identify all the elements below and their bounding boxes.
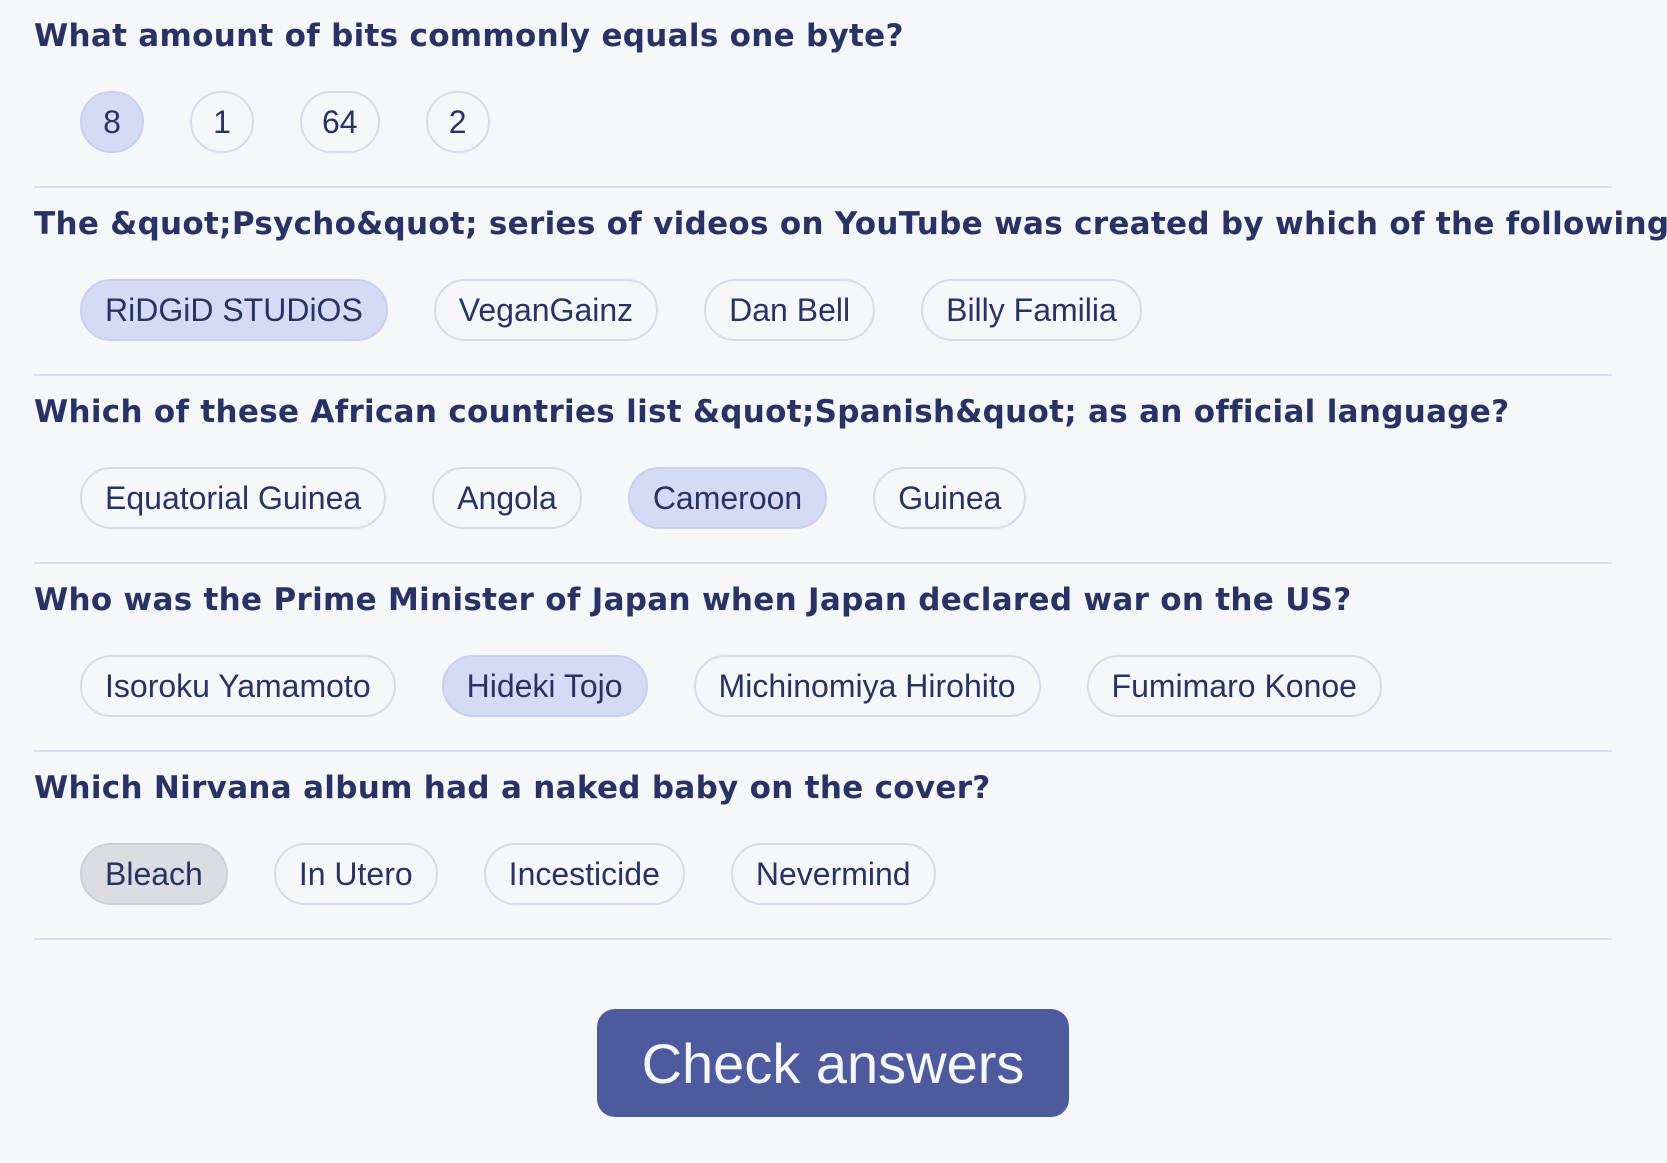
answer-option[interactable]: 8 [80, 91, 144, 153]
question-text: Which Nirvana album had a naked baby on … [34, 770, 991, 806]
question-text: Which of these African countries list &q… [34, 394, 1510, 430]
answer-option[interactable]: Hideki Tojo [441, 655, 648, 717]
question-1: What amount of bits commonly equals one … [34, 0, 1612, 188]
answer-options: Isoroku Yamamoto Hideki Tojo Michinomiya… [80, 655, 1382, 717]
answer-option[interactable]: Michinomiya Hirohito [693, 655, 1041, 717]
answer-option[interactable]: Incesticide [483, 843, 685, 905]
answer-option[interactable]: Bleach [80, 843, 228, 905]
check-answers-button[interactable]: Check answers [597, 1009, 1069, 1117]
answer-options: 8 1 64 2 [80, 91, 490, 153]
answer-option[interactable]: VeganGainz [433, 279, 659, 341]
answer-option[interactable]: Billy Familia [921, 279, 1142, 341]
answer-option[interactable]: 64 [300, 91, 380, 153]
question-text: What amount of bits commonly equals one … [34, 18, 904, 54]
question-text: Who was the Prime Minister of Japan when… [34, 582, 1352, 618]
answer-option[interactable]: Dan Bell [704, 279, 876, 341]
answer-option[interactable]: 2 [425, 91, 490, 153]
quiz-container: What amount of bits commonly equals one … [34, 0, 1667, 940]
question-2: The &quot;Psycho&quot; series of videos … [34, 188, 1667, 376]
answer-options: Bleach In Utero Incesticide Nevermind [80, 843, 936, 905]
question-5: Which Nirvana album had a naked baby on … [34, 752, 1612, 940]
answer-option[interactable]: Angola [432, 467, 582, 529]
answer-option[interactable]: Fumimaro Konoe [1086, 655, 1382, 717]
answer-option[interactable]: Guinea [873, 467, 1027, 529]
answer-option[interactable]: 1 [190, 91, 254, 153]
answer-option[interactable]: In Utero [273, 843, 438, 905]
check-answers-wrapper: Check answers [597, 1009, 1069, 1117]
answer-option[interactable]: Isoroku Yamamoto [80, 655, 396, 717]
answer-option[interactable]: Equatorial Guinea [80, 467, 387, 529]
question-4: Who was the Prime Minister of Japan when… [34, 564, 1612, 752]
question-text: The &quot;Psycho&quot; series of videos … [34, 206, 1667, 242]
answer-option[interactable]: RiDGiD STUDiOS [80, 279, 388, 341]
answer-options: Equatorial Guinea Angola Cameroon Guinea [80, 467, 1027, 529]
answer-options: RiDGiD STUDiOS VeganGainz Dan Bell Billy… [80, 279, 1142, 341]
answer-option[interactable]: Cameroon [627, 467, 828, 529]
question-3: Which of these African countries list &q… [34, 376, 1612, 564]
answer-option[interactable]: Nevermind [730, 843, 936, 905]
